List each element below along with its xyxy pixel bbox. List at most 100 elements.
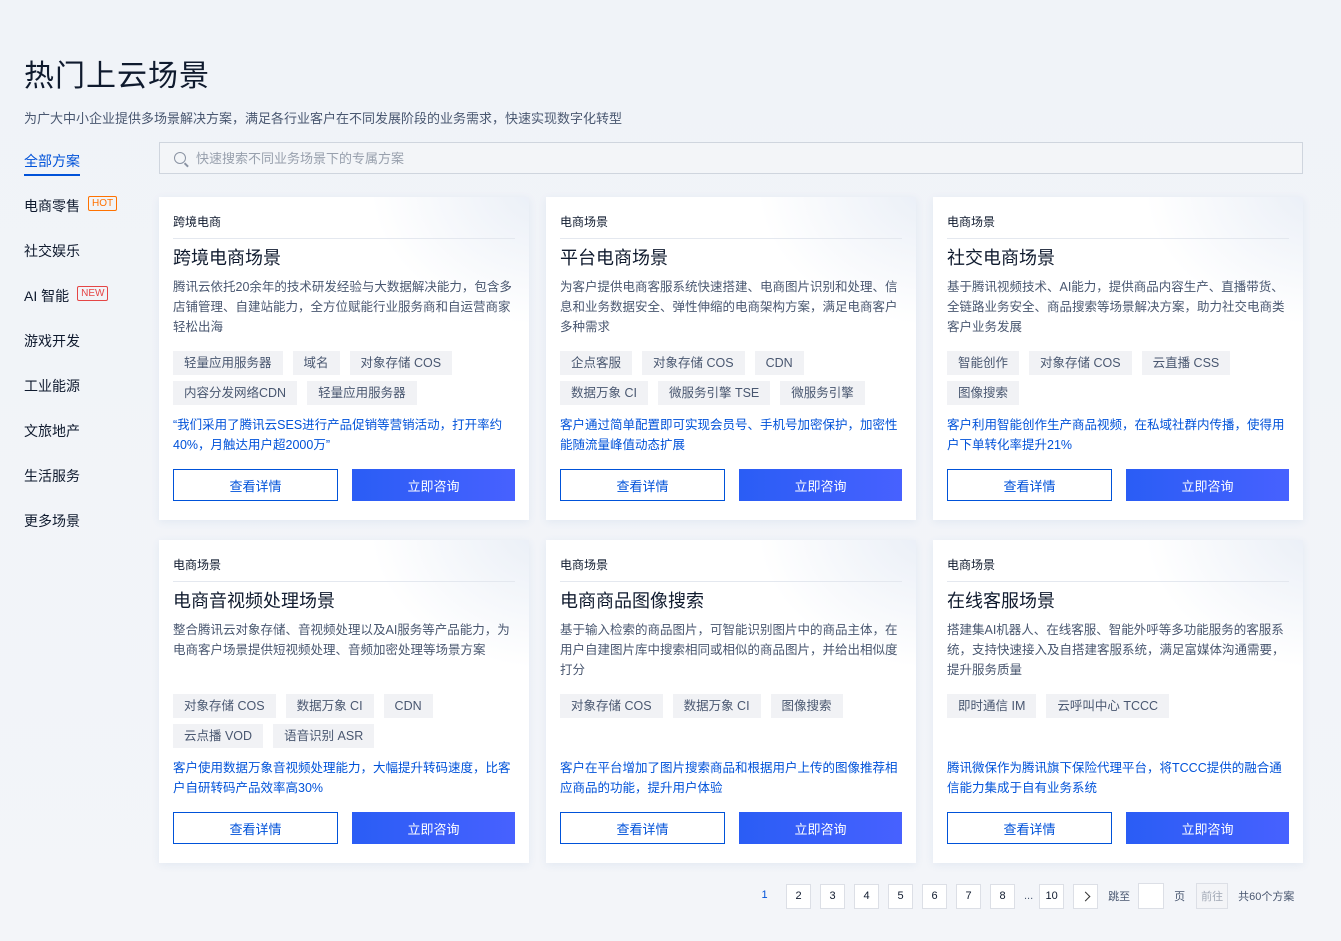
page-10-button[interactable]: 10: [1039, 883, 1065, 909]
product-tag[interactable]: 语音识别 ASR: [273, 724, 375, 748]
card-actions: 查看详情 立即咨询: [560, 469, 902, 501]
card-title: 社交电商场景: [947, 248, 1055, 268]
product-tag[interactable]: 数据万象 CI: [672, 694, 761, 718]
scenario-card: 跨境电商 跨境电商场景 腾讯云依托20余年的技术研发经验与大数据解决能力，包含多…: [159, 197, 529, 520]
consult-now-button[interactable]: 立即咨询: [1126, 469, 1289, 501]
sidebar-item-label: 电商零售: [24, 198, 80, 214]
view-details-button[interactable]: 查看详情: [947, 812, 1112, 844]
product-tag[interactable]: 即时通信 IM: [947, 694, 1037, 718]
view-details-button[interactable]: 查看详情: [560, 812, 725, 844]
page-jump-input[interactable]: [1138, 883, 1165, 909]
sidebar-item-label: 工业能源: [24, 378, 80, 394]
page-1-button[interactable]: 1: [752, 884, 777, 909]
sidebar-item-social[interactable]: 社交娱乐: [24, 236, 134, 281]
consult-now-button[interactable]: 立即咨询: [739, 469, 902, 501]
card-case-quote: 腾讯微保作为腾讯旗下保险代理平台，将TCCC提供的融合通信能力集成于自有业务系统: [947, 761, 1282, 795]
sidebar-item-industry[interactable]: 工业能源: [24, 371, 134, 416]
sidebar-item-label: 生活服务: [24, 468, 80, 484]
card-title: 在线客服场景: [947, 591, 1055, 611]
card-tags: 对象存储 COS 数据万象 CI CDN 云点播 VOD 语音识别 ASR: [173, 694, 515, 756]
product-tag[interactable]: 微服务引擎: [780, 381, 865, 405]
product-tag[interactable]: 企点客服: [560, 351, 633, 375]
page-8-button[interactable]: 8: [990, 883, 1015, 909]
page-subtitle: 为广大中小企业提供多场景解决方案，满足各行业客户在不同发展阶段的业务需求，快速实…: [24, 111, 623, 126]
consult-now-button[interactable]: 立即咨询: [352, 469, 515, 501]
product-tag[interactable]: CDN: [754, 351, 804, 375]
sidebar-item-tourism[interactable]: 文旅地产: [24, 416, 134, 461]
product-tag[interactable]: 对象存储 COS: [349, 351, 453, 375]
page-7-button[interactable]: 7: [956, 883, 981, 909]
product-tag[interactable]: 对象存储 COS: [560, 694, 663, 718]
sidebar-item-ecommerce[interactable]: 电商零售 HOT: [24, 191, 134, 236]
total-count: 共60个方案: [1238, 891, 1295, 903]
product-tag[interactable]: 数据万象 CI: [285, 694, 374, 718]
card-tags: 智能创作 对象存储 COS 云直播 CSS 图像搜索: [947, 351, 1289, 413]
product-tag[interactable]: 图像搜索: [770, 694, 843, 718]
page-4-button[interactable]: 4: [854, 883, 879, 909]
card-actions: 查看详情 立即咨询: [173, 812, 515, 844]
card-description: 为客户提供电商客服系统快速搭建、电商图片识别和处理、信息和业务数据安全、弹性伸缩…: [560, 280, 898, 334]
sidebar-item-life[interactable]: 生活服务: [24, 461, 134, 506]
card-description: 腾讯云依托20余年的技术研发经验与大数据解决能力，包含多店铺管理、自建站能力，全…: [173, 280, 512, 334]
pagination-ellipsis: ...: [1024, 890, 1034, 902]
product-tag[interactable]: 对象存储 COS: [173, 694, 276, 718]
category-sidebar: 全部方案 电商零售 HOT 社交娱乐 AI 智能 NEW 游戏开发 工业能源 文旅地…: [24, 146, 134, 551]
card-category: 电商场景: [947, 197, 1289, 239]
view-details-button[interactable]: 查看详情: [947, 469, 1112, 501]
product-tag[interactable]: 对象存储 COS: [642, 351, 745, 375]
card-title: 跨境电商场景: [173, 248, 281, 268]
card-case-quote: 客户通过简单配置即可实现会员号、手机号加密保护，加密性能随流量峰值动态扩展: [560, 418, 898, 452]
card-case-quote: 客户利用智能创作生产商品视频，在私域社群内传播，使得用户下单转化率提升21%: [947, 418, 1285, 452]
card-category: 电商场景: [560, 197, 902, 239]
scenario-card: 电商场景 在线客服场景 搭建集AI机器人、在线客服、智能外呼等多功能服务的客服系…: [933, 540, 1303, 863]
consult-now-button[interactable]: 立即咨询: [739, 812, 902, 844]
product-tag[interactable]: 轻量应用服务器: [173, 351, 283, 375]
page-5-button[interactable]: 5: [888, 883, 913, 909]
sidebar-item-label: AI 智能: [24, 288, 70, 304]
product-tag[interactable]: 云点播 VOD: [173, 724, 264, 748]
sidebar-item-label: 游戏开发: [24, 333, 80, 349]
page-6-button[interactable]: 6: [922, 883, 947, 909]
sidebar-item-label: 文旅地产: [24, 423, 80, 439]
product-tag[interactable]: 微服务引擎 TSE: [657, 381, 771, 405]
product-tag[interactable]: 数据万象 CI: [560, 381, 648, 405]
page-3-button[interactable]: 3: [820, 883, 845, 909]
go-button[interactable]: 前往: [1196, 883, 1229, 909]
sidebar-item-ai[interactable]: AI 智能 NEW: [24, 281, 134, 326]
product-tag[interactable]: 图像搜索: [947, 381, 1020, 405]
product-tag[interactable]: 对象存储 COS: [1029, 351, 1132, 375]
sidebar-item-more[interactable]: 更多场景: [24, 506, 134, 551]
consult-now-button[interactable]: 立即咨询: [352, 812, 515, 844]
product-tag[interactable]: 轻量应用服务器: [307, 381, 417, 405]
scenario-card: 电商场景 电商商品图像搜索 基于输入检索的商品图片，可智能识别图片中的商品主体，…: [546, 540, 916, 863]
sidebar-item-label: 更多场景: [24, 513, 80, 529]
card-tags: 即时通信 IM 云呼叫中心 TCCC: [947, 694, 1289, 756]
page-2-button[interactable]: 2: [786, 883, 811, 909]
product-tag[interactable]: 云直播 CSS: [1141, 351, 1231, 375]
product-tag[interactable]: 内容分发网络CDN: [173, 381, 298, 405]
hot-badge: HOT: [88, 196, 118, 211]
consult-now-button[interactable]: 立即咨询: [1126, 812, 1289, 844]
view-details-button[interactable]: 查看详情: [173, 469, 338, 501]
card-actions: 查看详情 立即咨询: [947, 812, 1289, 844]
view-details-button[interactable]: 查看详情: [560, 469, 725, 501]
card-actions: 查看详情 立即咨询: [947, 469, 1289, 501]
product-tag[interactable]: 域名: [292, 351, 340, 375]
card-description: 基于腾讯视频技术、AI能力，提供商品内容生产、直播带货、全链路业务安全、商品搜索…: [947, 280, 1285, 334]
card-case-quote: “我们采用了腾讯云SES进行产品促销等营销活动，打开率约40%，月触达用户超20…: [173, 418, 503, 452]
card-tags: 企点客服 对象存储 COS CDN 数据万象 CI 微服务引擎 TSE 微服务引擎: [560, 351, 902, 413]
sidebar-item-all[interactable]: 全部方案: [24, 146, 134, 191]
product-tag[interactable]: 智能创作: [947, 351, 1020, 375]
view-details-button[interactable]: 查看详情: [173, 812, 338, 844]
card-title: 平台电商场景: [560, 248, 668, 268]
card-case-quote: 客户使用数据万象音视频处理能力，大幅提升转码速度，比客户自研转码产品效率高30%: [173, 761, 511, 795]
product-tag[interactable]: CDN: [383, 694, 433, 718]
page-header: 热门上云场景 为广大中小企业提供多场景解决方案，满足各行业客户在不同发展阶段的业…: [24, 58, 622, 127]
search-input[interactable]: [196, 150, 796, 166]
product-tag[interactable]: 云呼叫中心 TCCC: [1046, 694, 1170, 718]
sidebar-item-games[interactable]: 游戏开发: [24, 326, 134, 371]
scenario-card: 电商场景 平台电商场景 为客户提供电商客服系统快速搭建、电商图片识别和处理、信息…: [546, 197, 916, 520]
card-tags: 对象存储 COS 数据万象 CI 图像搜索: [560, 694, 902, 756]
card-category: 电商场景: [173, 540, 515, 582]
next-page-icon[interactable]: [1073, 883, 1099, 909]
